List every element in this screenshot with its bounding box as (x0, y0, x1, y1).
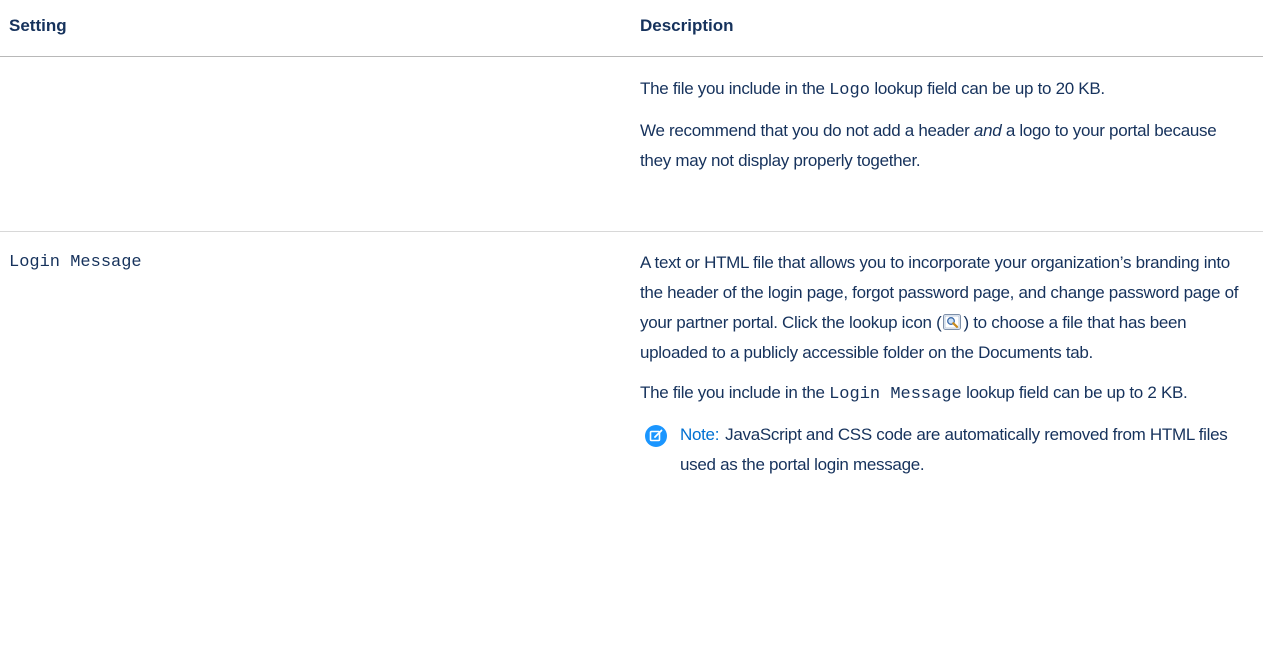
paragraph-text: The file you include in the (640, 79, 830, 98)
emphasis-text: and (973, 121, 1002, 140)
note-edit-icon (645, 425, 667, 447)
table-row: Login Message A text or HTML file that a… (0, 232, 1263, 647)
lookup-icon (943, 310, 962, 330)
paragraph-text: lookup field can be up to 2 KB. (961, 383, 1188, 402)
paragraph-text: We recommend that you do not add a heade… (640, 121, 974, 140)
column-header-description: Description (640, 16, 734, 35)
description-paragraph: The file you include in the Login Messag… (640, 378, 1250, 410)
note-label: Note: (680, 425, 720, 444)
column-header-setting: Setting (9, 16, 67, 35)
description-paragraph: The file you include in the Logo lookup … (640, 74, 1250, 106)
setting-cell: Login Message (9, 253, 142, 272)
paragraph-text: The file you include in the (640, 383, 830, 402)
description-paragraph: A text or HTML file that allows you to i… (640, 248, 1250, 368)
description-cell: The file you include in the Logo lookup … (640, 74, 1250, 186)
field-name-code: Logo (829, 81, 870, 100)
description-cell: A text or HTML file that allows you to i… (640, 248, 1250, 480)
field-name-code: Login Message (829, 385, 962, 404)
table-row: The file you include in the Logo lookup … (0, 57, 1263, 232)
description-paragraph: We recommend that you do not add a heade… (640, 116, 1250, 176)
table-header-row: Setting Description (0, 0, 1263, 57)
settings-table: Setting Description The file you include… (0, 0, 1263, 647)
note-text: JavaScript and CSS code are automaticall… (680, 425, 1228, 474)
note-callout: Note: JavaScript and CSS code are automat… (640, 420, 1250, 480)
paragraph-text: lookup field can be up to 20 KB. (869, 79, 1105, 98)
